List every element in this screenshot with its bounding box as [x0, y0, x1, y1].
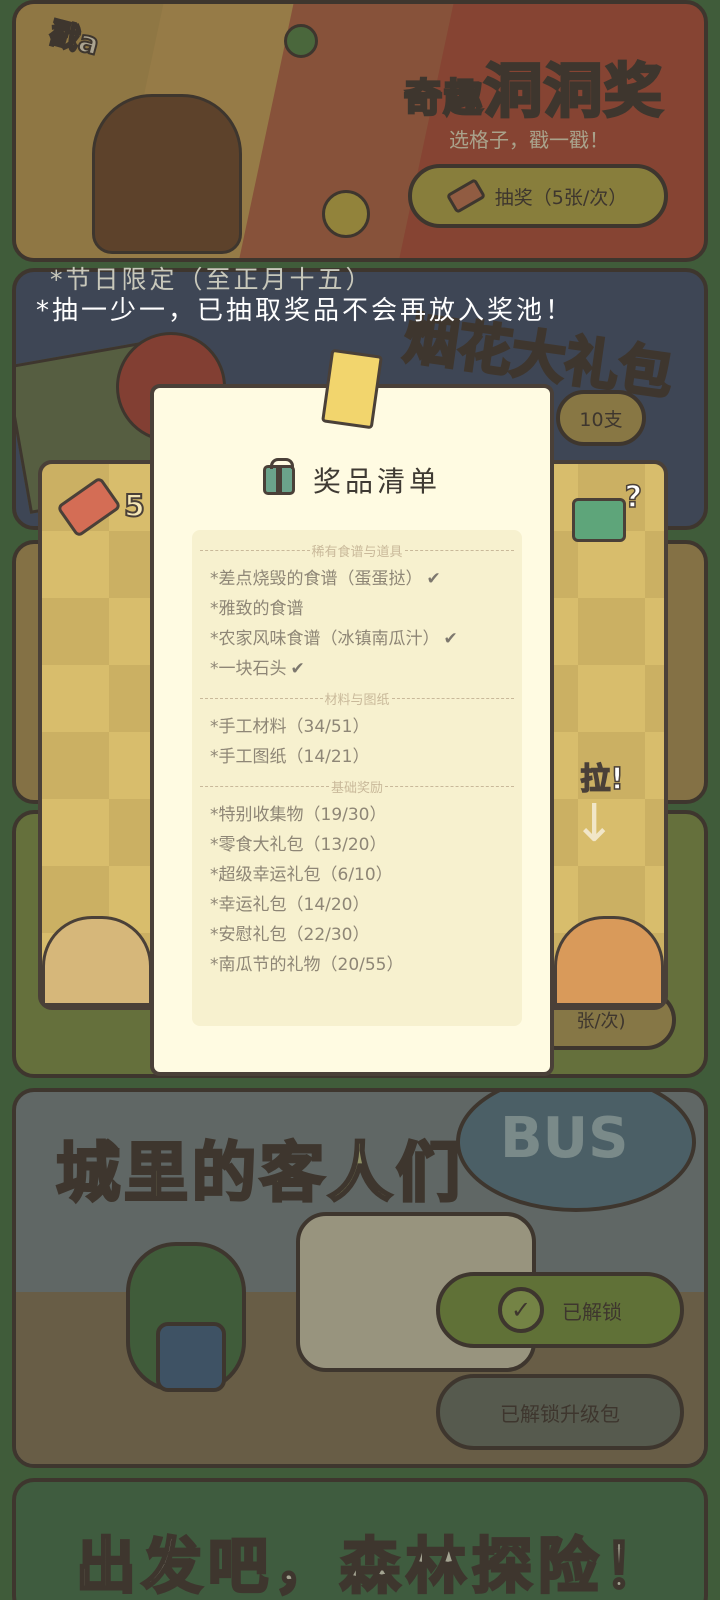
question-mark-icon: ? [624, 479, 643, 516]
draw-rule-notice: *抽一少一，已抽取奖品不会再放入奖池！ [36, 296, 575, 326]
prize-item: *雅致的食谱 [192, 594, 522, 624]
prize-label: *农家风味食谱（冰镇南瓜汁） [210, 629, 440, 649]
modal-title: 奖品清单 [312, 465, 441, 498]
prize-list-modal: 奖品清单 稀有食谱与道具 *差点烧毁的食谱（蛋蛋挞） ✔ *雅致的食谱 *农家风味… [150, 348, 554, 1076]
prize-label: *手工材料（34/51） [210, 717, 370, 737]
prize-item: *超级幸运礼包（6/10） [192, 860, 522, 890]
section-heading-label: 基础奖励 [331, 780, 384, 796]
ticket-icon [55, 475, 123, 539]
pull-label: 拉! [580, 761, 625, 798]
prize-item: *手工材料（34/51） [192, 712, 522, 742]
section-heading: 材料与图纸 [198, 688, 516, 708]
check-icon: ✔ [290, 659, 305, 679]
prize-item: *零食大礼包（13/20） [192, 830, 522, 860]
modal-header: 奖品清单 [154, 458, 550, 500]
arrow-down-icon[interactable]: ↓ [572, 794, 616, 854]
prize-label: *特别收集物（19/30） [210, 805, 387, 825]
prize-label: *超级幸运礼包（6/10） [210, 865, 393, 885]
prize-item: *农家风味食谱（冰镇南瓜汁） ✔ [192, 624, 522, 654]
check-icon: ✔ [426, 569, 441, 589]
prize-label: *差点烧毁的食谱（蛋蛋挞） [210, 569, 423, 589]
mystery-gift-icon [572, 498, 626, 542]
ticket-clip-icon [321, 348, 383, 430]
gift-icon [262, 458, 295, 495]
ticket-count: 5 [123, 488, 146, 525]
prize-label: *幸运礼包（14/20） [210, 895, 370, 915]
prize-item: *手工图纸（14/21） [192, 742, 522, 772]
section-heading: 稀有食谱与道具 [198, 540, 516, 560]
prize-item: *特别收集物（19/30） [192, 800, 522, 830]
prize-label: *南瓜节的礼物（20/55） [210, 955, 404, 975]
prize-label: *一块石头 [210, 659, 287, 679]
prize-item: *一块石头 ✔ [192, 654, 522, 684]
flower-bush-art [554, 916, 664, 1006]
check-icon: ✔ [443, 629, 458, 649]
prize-label: *雅致的食谱 [210, 599, 304, 619]
section-heading-label: 材料与图纸 [324, 692, 390, 708]
section-heading: 基础奖励 [198, 776, 516, 796]
prize-item: *幸运礼包（14/20） [192, 890, 522, 920]
prize-list: 稀有食谱与道具 *差点烧毁的食谱（蛋蛋挞） ✔ *雅致的食谱 *农家风味食谱（冰镇… [192, 530, 522, 1026]
prize-item: *南瓜节的礼物（20/55） [192, 950, 522, 980]
section-heading-label: 稀有食谱与道具 [311, 544, 403, 560]
prize-label: *手工图纸（14/21） [210, 747, 370, 767]
prize-item: *安慰礼包（22/30） [192, 920, 522, 950]
prize-label: *安慰礼包（22/30） [210, 925, 370, 945]
prize-label: *零食大礼包（13/20） [210, 835, 387, 855]
prize-item: *差点烧毁的食谱（蛋蛋挞） ✔ [192, 564, 522, 594]
flower-bush-art [42, 916, 152, 1006]
